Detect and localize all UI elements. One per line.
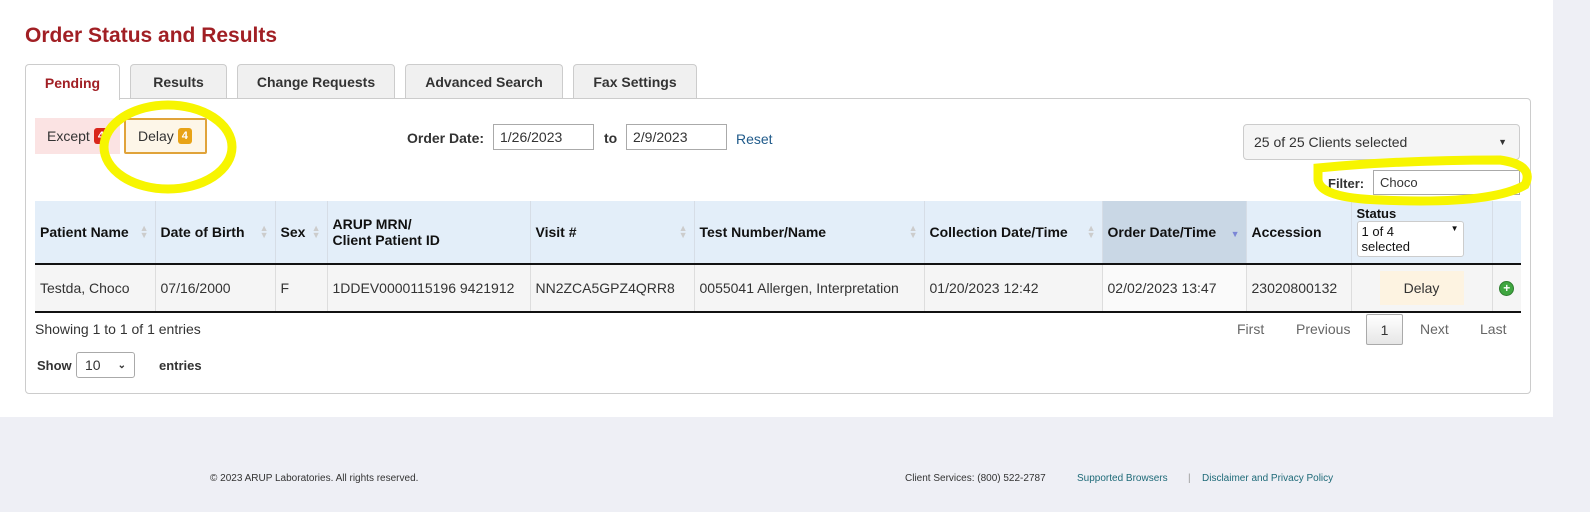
cell-collection: 01/20/2023 12:42 bbox=[924, 264, 1103, 313]
expand-plus-icon[interactable]: + bbox=[1499, 280, 1515, 296]
page-next[interactable]: Next bbox=[1420, 321, 1449, 337]
page-length-select[interactable]: 10 ⌄ bbox=[76, 352, 135, 378]
except-count-badge: 4 bbox=[93, 128, 108, 144]
cell-dob: 07/16/2000 bbox=[155, 264, 276, 313]
entries-label: entries bbox=[159, 358, 202, 373]
page-last[interactable]: Last bbox=[1480, 321, 1506, 337]
cell-accession: 23020800132 bbox=[1246, 264, 1352, 313]
except-label: Except bbox=[47, 128, 90, 144]
tab-advanced-search[interactable]: Advanced Search bbox=[405, 64, 563, 99]
cell-patient: Testda, Choco bbox=[35, 264, 156, 313]
sort-icon: ▲ ▼ bbox=[908, 223, 918, 240]
sort-icon: ▲ ▼ bbox=[139, 223, 149, 240]
caret-down-icon: ▼ bbox=[1498, 137, 1507, 147]
tab-bar: Pending Results Change Requests Advanced… bbox=[25, 64, 707, 100]
table-row[interactable]: Testda, Choco 07/16/2000 F 1DDEV00001151… bbox=[35, 264, 1521, 313]
page-1[interactable]: 1 bbox=[1366, 314, 1403, 345]
sort-desc-icon: ▼ bbox=[1230, 229, 1240, 239]
tab-results[interactable]: Results bbox=[130, 64, 227, 99]
filter-label: Filter: bbox=[1328, 176, 1365, 191]
table-info: Showing 1 to 1 of 1 entries bbox=[35, 321, 201, 337]
tab-fax-settings[interactable]: Fax Settings bbox=[573, 64, 697, 99]
col-test[interactable]: Test Number/Name ▲ ▼ bbox=[694, 201, 925, 265]
tab-change-requests[interactable]: Change Requests bbox=[237, 64, 395, 99]
cell-status: Delay bbox=[1351, 264, 1493, 313]
to-label: to bbox=[604, 130, 618, 146]
orders-table: Patient Name ▲ ▼ Date of Birth ▲ ▼ Sex ▲ ▼ ARU… bbox=[35, 201, 1521, 313]
cell-test: 0055041 Allergen, Interpretation bbox=[694, 264, 925, 313]
show-label: Show bbox=[37, 358, 72, 373]
sort-icon: ▲ ▼ bbox=[311, 223, 321, 240]
page-previous[interactable]: Previous bbox=[1296, 321, 1350, 337]
copyright: © 2023 ARUP Laboratories. All rights res… bbox=[210, 473, 419, 484]
col-date-of-birth[interactable]: Date of Birth ▲ ▼ bbox=[155, 201, 276, 265]
col-accession: Accession bbox=[1246, 201, 1352, 265]
col-order-date[interactable]: Order Date/Time ▼ bbox=[1102, 201, 1247, 265]
tab-pending[interactable]: Pending bbox=[25, 64, 120, 100]
col-mrn: ARUP MRN/Client Patient ID bbox=[327, 201, 531, 265]
footer-separator: | bbox=[1188, 473, 1191, 484]
chevron-down-icon: ⌄ bbox=[117, 359, 126, 371]
delay-filter-button[interactable]: Delay 4 bbox=[124, 118, 207, 154]
caret-down-icon: ▼ bbox=[1450, 223, 1459, 233]
cell-order-date: 02/02/2023 13:47 bbox=[1102, 264, 1247, 313]
order-date-to-input[interactable] bbox=[626, 124, 727, 150]
col-patient-name[interactable]: Patient Name ▲ ▼ bbox=[35, 201, 156, 265]
scrollbar[interactable] bbox=[1553, 0, 1590, 512]
delay-count-badge: 4 bbox=[177, 128, 192, 144]
clients-selected-text: 25 of 25 Clients selected bbox=[1254, 134, 1408, 150]
reset-link[interactable]: Reset bbox=[736, 131, 773, 147]
sort-icon: ▲ ▼ bbox=[678, 223, 688, 240]
cell-mrn: 1DDEV0000115196 9421912 bbox=[327, 264, 531, 313]
cell-sex: F bbox=[275, 264, 328, 313]
status-badge: Delay bbox=[1379, 271, 1464, 305]
page-first[interactable]: First bbox=[1237, 321, 1264, 337]
privacy-policy-link[interactable]: Disclaimer and Privacy Policy bbox=[1202, 473, 1333, 484]
col-collection[interactable]: Collection Date/Time ▲ ▼ bbox=[924, 201, 1103, 265]
client-services: Client Services: (800) 522-2787 bbox=[905, 473, 1046, 484]
sort-icon: ▲ ▼ bbox=[259, 223, 269, 240]
page-title: Order Status and Results bbox=[25, 24, 278, 47]
col-visit[interactable]: Visit # ▲ ▼ bbox=[530, 201, 695, 265]
cell-visit: NN2ZCA5GPZ4QRR8 bbox=[530, 264, 695, 313]
clients-dropdown[interactable]: 25 of 25 Clients selected ▼ bbox=[1243, 124, 1520, 160]
filter-input[interactable] bbox=[1373, 170, 1520, 195]
table-header-row: Patient Name ▲ ▼ Date of Birth ▲ ▼ Sex ▲ ▼ ARU… bbox=[35, 201, 1521, 265]
sort-icon: ▲ ▼ bbox=[1086, 223, 1096, 240]
delay-label: Delay bbox=[138, 128, 174, 144]
order-date-label: Order Date: bbox=[407, 130, 485, 146]
page: Order Status and Results Pending Results… bbox=[0, 0, 1553, 417]
col-sex[interactable]: Sex ▲ ▼ bbox=[275, 201, 328, 265]
supported-browsers-link[interactable]: Supported Browsers bbox=[1077, 473, 1168, 484]
order-date-from-input[interactable] bbox=[493, 124, 594, 150]
status-filter-select[interactable]: 1 of 4 selected ▼ bbox=[1356, 220, 1464, 257]
except-filter-button[interactable]: Except 4 bbox=[35, 118, 120, 154]
col-actions bbox=[1492, 201, 1521, 265]
cell-expand: + bbox=[1492, 264, 1521, 313]
col-status: Status 1 of 4 selected ▼ bbox=[1351, 201, 1493, 265]
